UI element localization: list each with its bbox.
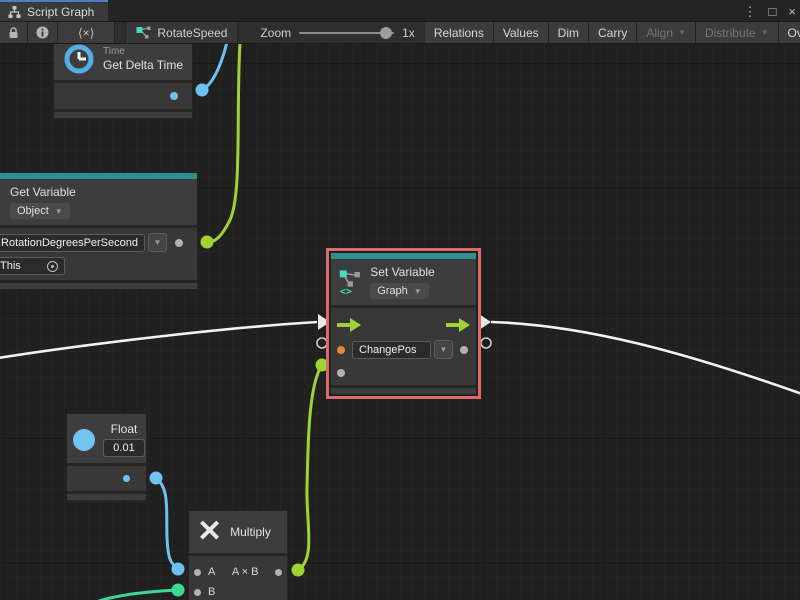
toolbar-buttons: Relations Values Dim Carry Align▼ Distri… — [425, 22, 800, 43]
graph-node-icon — [136, 26, 151, 39]
values-button[interactable]: Values — [494, 22, 549, 43]
variable-target-field[interactable]: This — [0, 257, 65, 275]
float-value-field[interactable]: 0.01 — [103, 439, 145, 457]
breadcrumb-graph-name: RotateSpeed — [157, 26, 227, 40]
zoom-value: 1x — [402, 26, 415, 40]
input-a-label: A — [208, 566, 215, 578]
zoom-control: Zoom 1x — [260, 22, 414, 43]
tab-title: Script Graph — [27, 5, 94, 19]
unconnected-port-ring-left[interactable] — [317, 338, 327, 348]
multiply-input-b-port[interactable] — [194, 589, 201, 596]
lock-button[interactable] — [0, 22, 28, 43]
tab-script-graph[interactable]: Script Graph — [0, 0, 108, 21]
object-picker-icon[interactable] — [47, 261, 58, 272]
clock-icon — [63, 44, 95, 75]
lock-icon — [8, 27, 19, 39]
wire-float-to-multiply[interactable] — [150, 472, 185, 576]
close-icon[interactable]: × — [788, 5, 796, 18]
node-float[interactable]: Float 0.01 — [66, 413, 147, 501]
float-icon — [73, 429, 95, 451]
variable-name-field[interactable]: ChangePos — [352, 341, 431, 359]
delta-time-output-port[interactable] — [170, 92, 178, 100]
script-graph-window: Script Graph ⋮ □ × ⟨×⟩ — [0, 0, 800, 600]
node-footer — [54, 109, 192, 118]
graph-tab-icon — [8, 6, 21, 18]
maximize-icon[interactable]: □ — [769, 5, 777, 18]
wire-object-to-multiply[interactable] — [96, 584, 185, 600]
wire-flow-left[interactable] — [0, 314, 330, 358]
node-title: Get Delta Time — [103, 58, 183, 72]
breadcrumb[interactable]: RotateSpeed — [125, 22, 238, 43]
node-footer — [67, 491, 146, 500]
wire-rotation-speed[interactable] — [201, 44, 241, 249]
info-button[interactable] — [28, 22, 58, 43]
variable-scope-dropdown[interactable]: Graph ▼ — [370, 283, 429, 299]
distribute-button[interactable]: Distribute▼ — [696, 22, 779, 43]
set-variable-value-output-port[interactable] — [460, 346, 468, 354]
menu-icon[interactable]: ⋮ — [744, 5, 757, 18]
wire-delta-time[interactable] — [196, 44, 228, 97]
variable-name-field[interactable]: RotationDegreesPerSecond — [0, 234, 145, 252]
flow-output-port[interactable] — [446, 318, 470, 332]
node-get-delta-time[interactable]: Time Get Delta Time — [53, 44, 193, 119]
chevron-down-icon: ▼ — [678, 28, 686, 37]
node-title: Multiply — [230, 525, 271, 539]
chevron-down-icon: ▼ — [154, 238, 162, 247]
graph-toolbar: ⟨×⟩ RotateSpeed Zoom 1x Relations Values… — [0, 22, 800, 44]
node-title: Float — [111, 422, 138, 436]
node-set-variable[interactable]: <> Set Variable Graph ▼ — [330, 252, 477, 395]
node-multiply[interactable]: ✕ Multiply A A × B B — [188, 510, 288, 600]
chevron-down-icon: ▼ — [761, 28, 769, 37]
wire-multiply-to-set[interactable] — [292, 359, 329, 577]
window-controls: ⋮ □ × — [744, 0, 796, 22]
variable-name-dropdown-button[interactable]: ▼ — [148, 233, 167, 252]
info-icon — [36, 26, 49, 39]
title-bar: Script Graph ⋮ □ × — [0, 0, 800, 22]
unconnected-port-ring-right[interactable] — [481, 338, 491, 348]
chevron-down-icon: ▼ — [414, 287, 422, 296]
code-preview-button[interactable]: ⟨×⟩ — [58, 22, 115, 43]
set-variable-target-port[interactable] — [337, 369, 345, 377]
variable-name-dropdown-button[interactable]: ▼ — [434, 340, 453, 359]
code-icon: ⟨×⟩ — [78, 26, 94, 40]
chevron-down-icon: ▼ — [440, 345, 448, 354]
carry-button[interactable]: Carry — [589, 22, 637, 43]
graph-canvas[interactable]: Time Get Delta Time Get Variable Object … — [0, 44, 800, 600]
wire-flow-right[interactable] — [479, 314, 800, 394]
multiply-input-a-port[interactable] — [194, 569, 201, 576]
relations-button[interactable]: Relations — [425, 22, 494, 43]
output-label: A × B — [232, 566, 259, 578]
node-category: Time — [103, 46, 183, 57]
chevron-down-icon: ▼ — [55, 207, 63, 216]
multiply-icon: ✕ — [197, 519, 222, 545]
zoom-slider-handle[interactable] — [380, 27, 392, 39]
input-b-label: B — [208, 586, 215, 598]
dim-button[interactable]: Dim — [549, 22, 589, 43]
node-footer — [331, 385, 476, 394]
node-title: Get Variable — [10, 185, 188, 199]
set-variable-value-input-port[interactable] — [337, 346, 345, 354]
zoom-slider[interactable] — [299, 32, 394, 34]
svg-text:<>: <> — [340, 286, 352, 297]
node-footer — [0, 280, 197, 289]
node-get-variable[interactable]: Get Variable Object ▼ RotationDegreesPer… — [0, 172, 198, 290]
get-variable-output-port[interactable] — [175, 239, 183, 247]
zoom-label: Zoom — [260, 26, 291, 40]
node-title: Set Variable — [370, 265, 434, 279]
set-variable-icon: <> — [339, 265, 362, 299]
float-output-port[interactable] — [123, 475, 130, 482]
multiply-output-port[interactable] — [275, 569, 282, 576]
overview-button[interactable]: Overview — [779, 22, 800, 43]
align-button[interactable]: Align▼ — [637, 22, 696, 43]
flow-input-port[interactable] — [337, 318, 361, 332]
variable-scope-dropdown[interactable]: Object ▼ — [10, 203, 70, 219]
